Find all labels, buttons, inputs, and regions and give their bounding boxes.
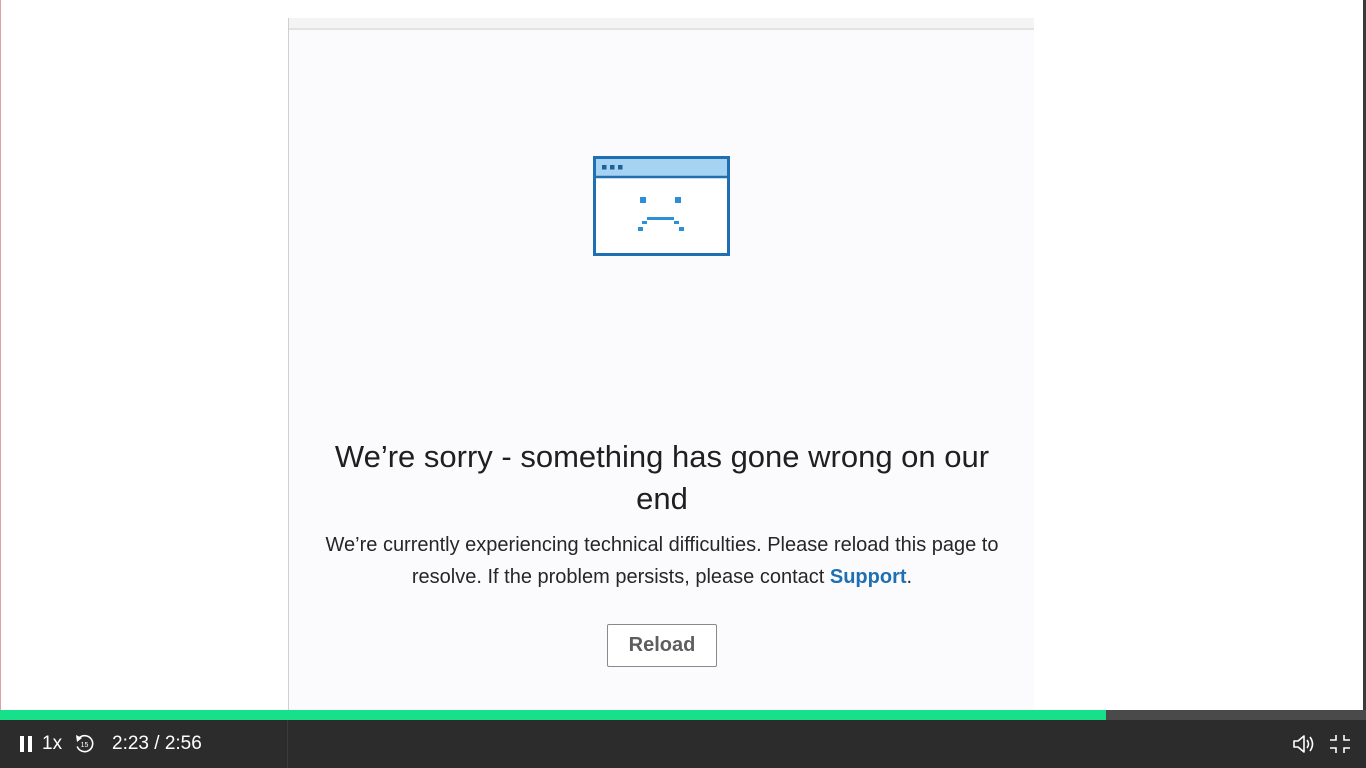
- error-title: We’re sorry - something has gone wrong o…: [334, 439, 990, 516]
- progress-bar[interactable]: [0, 710, 1366, 720]
- time-display: 2:23 / 2:56: [112, 720, 202, 768]
- rewind-15-button[interactable]: 15: [72, 720, 96, 768]
- progress-fill: [0, 710, 1107, 720]
- volume-button[interactable]: [1290, 720, 1318, 768]
- current-time: 2:23: [112, 733, 149, 754]
- support-link[interactable]: Support: [830, 566, 907, 588]
- pause-icon: [20, 736, 32, 752]
- error-page-frame: We’re sorry - something has gone wrong o…: [288, 18, 1034, 710]
- reload-button[interactable]: Reload: [607, 624, 717, 667]
- playback-speed-button[interactable]: 1x: [42, 720, 68, 768]
- player-controls: 1x 15 2:23 / 2:56: [0, 720, 1366, 768]
- frame-top-bar: [289, 18, 1034, 30]
- rewind-15-icon: 15: [76, 734, 94, 753]
- svg-text:15: 15: [81, 742, 89, 749]
- volume-icon: [1293, 735, 1314, 753]
- pause-button[interactable]: [12, 720, 40, 768]
- sad-browser-window-icon: [593, 156, 730, 256]
- controls-divider: [287, 720, 288, 768]
- duration: 2:56: [164, 733, 202, 754]
- exit-fullscreen-icon: [1330, 735, 1350, 753]
- exit-fullscreen-button[interactable]: [1326, 720, 1354, 768]
- video-area[interactable]: We’re sorry - something has gone wrong o…: [0, 0, 1366, 710]
- error-message: We’re currently experiencing technical d…: [301, 529, 1023, 593]
- time-separator: /: [148, 733, 165, 754]
- error-message-end: .: [906, 566, 913, 588]
